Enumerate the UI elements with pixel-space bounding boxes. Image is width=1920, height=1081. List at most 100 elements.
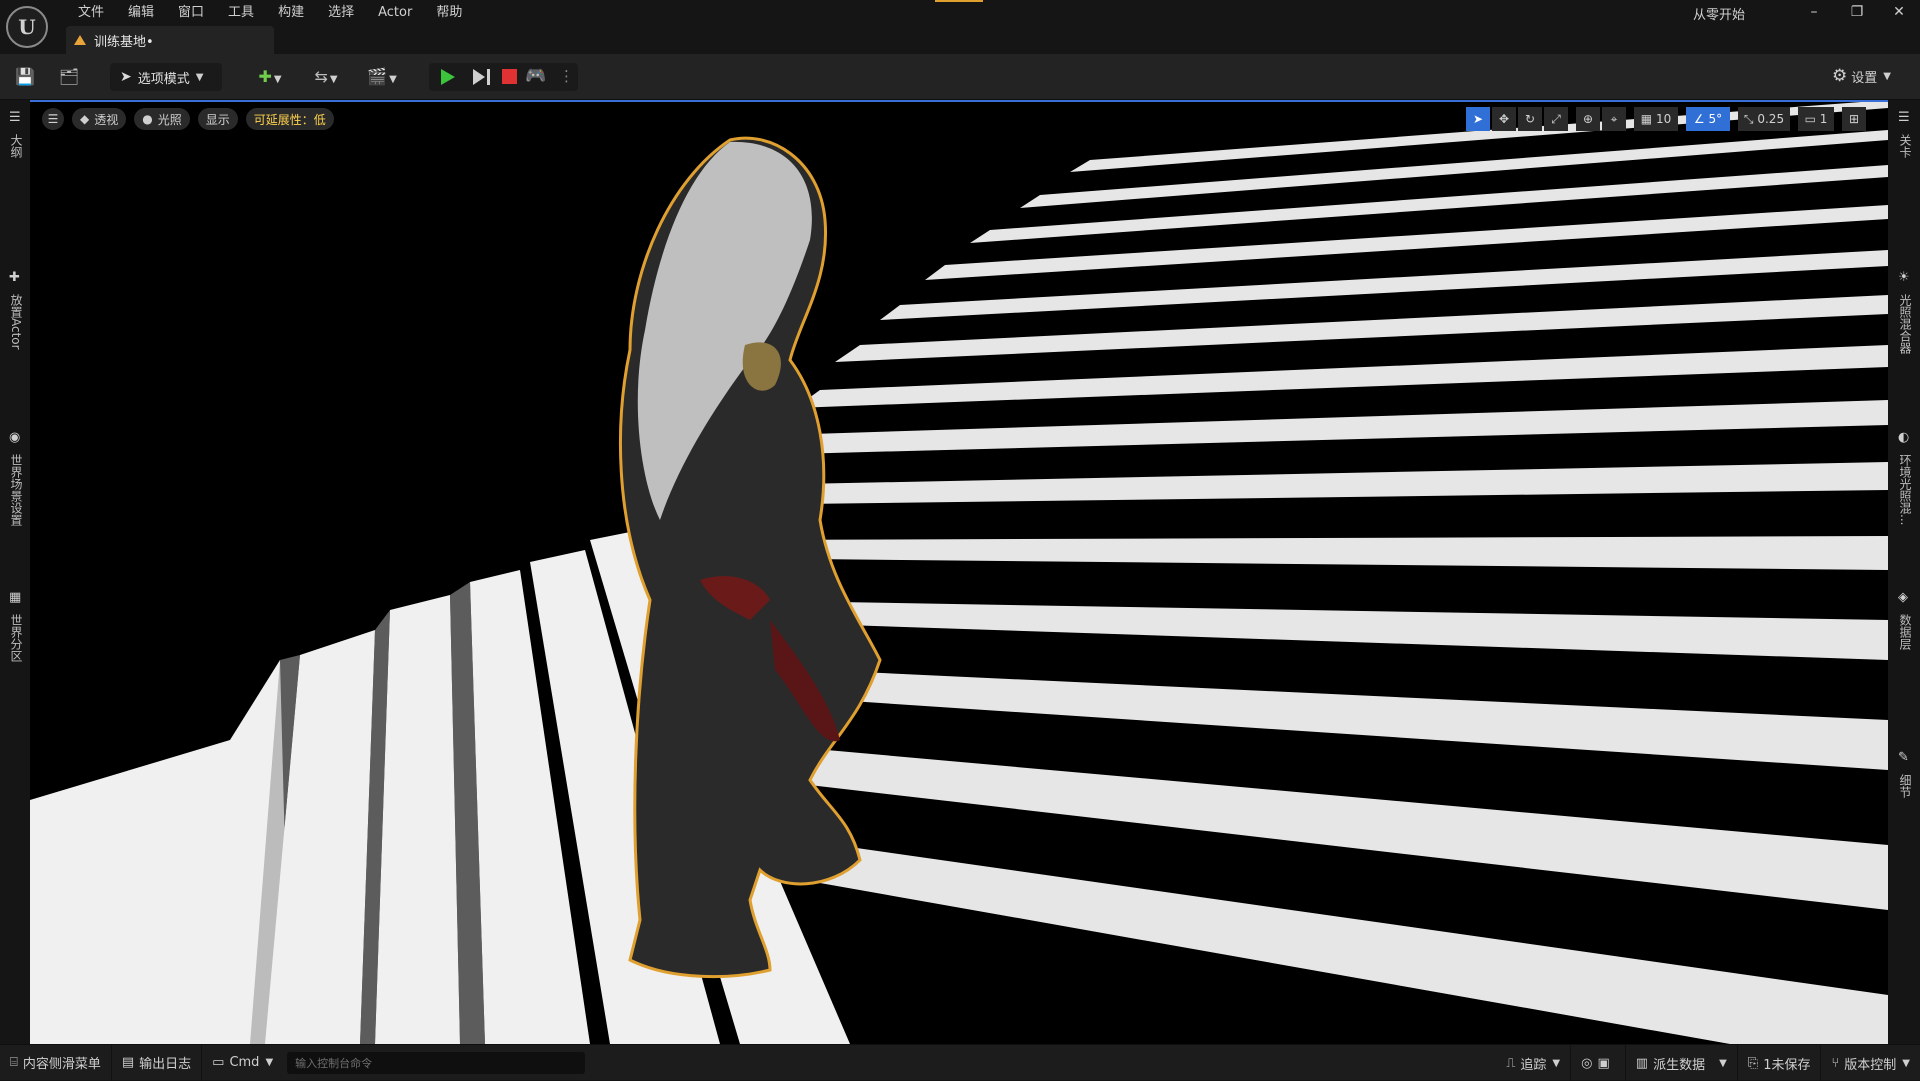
source-control-label: 版本控制 — [1844, 1057, 1897, 1073]
chevron-down-icon: ▼ — [1552, 1057, 1561, 1069]
rotation-snap-button[interactable]: ∠ 5° — [1686, 107, 1730, 131]
show-label: 显示 — [205, 112, 230, 127]
tab-env-light-mixer[interactable]: 环境光照混... — [1897, 454, 1914, 525]
place-actors-icon: ✚ — [9, 270, 20, 285]
lighting-mode-button[interactable]: ● 光照 — [134, 108, 190, 130]
tab-place-actors[interactable]: 放置Actor — [8, 294, 25, 350]
viewport-menu-button[interactable]: ☰ — [42, 108, 64, 130]
grid-snap-value: 10 — [1655, 112, 1672, 126]
maximize-viewport-icon[interactable]: ⊞ — [1842, 107, 1866, 131]
cinematics-icon[interactable]: 🎬 ▼ — [362, 66, 402, 88]
tab-world-settings[interactable]: 世界场景设置 — [8, 454, 25, 526]
tab-outliner[interactable]: 大纲 — [8, 134, 25, 158]
close-icon[interactable]: ✕ — [1885, 2, 1913, 22]
right-panel-tabs: ☰ 关卡 ☀ 光照混合器 ◐ 环境光照混... ◈ 数据层 ✎ 细节 — [1888, 100, 1920, 1044]
save-icon[interactable]: 💾 — [14, 66, 36, 88]
minimize-icon[interactable]: – — [1800, 2, 1828, 22]
angle-icon: ∠ — [1693, 112, 1705, 126]
mode-selector-button[interactable]: ➤ 选项模式 ▼ — [110, 63, 222, 91]
level-tab-label: 训练基地• — [94, 34, 154, 50]
blueprint-icon[interactable]: ⇆ ▼ — [306, 66, 346, 88]
save-status-icon: ⎘ — [1747, 1055, 1759, 1071]
source-control-icon: ⑂ — [1831, 1055, 1840, 1071]
perspective-button[interactable]: ◆ 透视 — [72, 108, 127, 130]
stop-icon[interactable] — [502, 69, 517, 84]
content-browser-icon[interactable]: 🗂 — [58, 66, 80, 88]
derived-data-label: 派生数据 — [1653, 1057, 1706, 1073]
tab-data-layers[interactable]: 数据层 — [1897, 614, 1914, 650]
env-light-mixer-icon: ◐ — [1898, 430, 1910, 445]
add-actor-icon[interactable]: ✚ ▼ — [250, 66, 290, 88]
derived-data-icon: ▥ — [1635, 1055, 1649, 1071]
console-input[interactable]: 输入控制台命令 — [287, 1051, 586, 1074]
tab-details[interactable]: 细节 — [1897, 774, 1914, 798]
select-mode-icon: ➤ — [120, 69, 132, 85]
chevron-down-icon: ▼ — [1902, 1057, 1910, 1069]
scale-tool-icon[interactable]: ⤢ — [1544, 107, 1568, 131]
project-name: 从零开始 — [1693, 8, 1746, 23]
record-icon: ◎ — [1581, 1055, 1593, 1071]
grid-snap-button[interactable]: ▦ 10 — [1634, 107, 1678, 131]
tab-light-mixer[interactable]: 光照混合器 — [1897, 294, 1914, 354]
menu-edit[interactable]: 编辑 — [116, 2, 166, 24]
sphere-icon: ● — [142, 112, 153, 126]
translate-tool-icon[interactable]: ✥ — [1492, 107, 1516, 131]
show-button[interactable]: 显示 — [197, 108, 238, 130]
advance-frame-icon[interactable] — [473, 69, 485, 85]
source-control-button[interactable]: ⑂ 版本控制 ▼ — [1821, 1045, 1920, 1081]
world-partition-icon: ▦ — [9, 590, 22, 605]
scale-snap-button[interactable]: ⤡ 0.25 — [1738, 107, 1790, 131]
settings-button[interactable]: ⚙ 设置 ▼ — [1832, 66, 1891, 86]
level-viewport[interactable]: ☰ ◆ 透视 ● 光照 显示 可延展性：低 ➤ ✥ ↻ ⤢ ⊕ ⌖ ▦ 10 ∠ 5… — [30, 100, 1888, 1044]
scalability-warning[interactable]: 可延展性：低 — [245, 108, 334, 130]
select-tool-icon[interactable]: ➤ — [1466, 107, 1490, 131]
menu-select[interactable]: 选择 — [316, 2, 366, 24]
unreal-logo[interactable]: U — [6, 6, 48, 48]
chevron-down-icon: ▼ — [1719, 1057, 1727, 1069]
menu-window[interactable]: 窗口 — [166, 2, 216, 24]
screenshot-icon: ▣ — [1597, 1055, 1610, 1071]
record-icons[interactable]: ◎ ▣ — [1571, 1045, 1626, 1081]
camera-icon: ▭ — [1804, 112, 1816, 126]
trace-icon: ⎍ — [1506, 1055, 1516, 1071]
trace-label: 追踪 — [1520, 1057, 1547, 1073]
menu-file[interactable]: 文件 — [66, 2, 116, 24]
scale-snap-value: 0.25 — [1757, 112, 1785, 126]
tab-levels[interactable]: 关卡 — [1897, 134, 1914, 158]
unsaved-button[interactable]: ⎘ 1未保存 — [1738, 1045, 1822, 1081]
output-log-label: 输出日志 — [139, 1057, 192, 1072]
gear-icon: ⚙ — [1832, 66, 1848, 86]
rotate-tool-icon[interactable]: ↻ — [1518, 107, 1542, 131]
more-options-icon[interactable]: ⋮ — [559, 67, 574, 85]
derived-data-button[interactable]: ▥ 派生数据 ▼ — [1626, 1045, 1738, 1081]
possess-gamepad-icon[interactable]: 🎮 — [525, 66, 546, 86]
play-icon[interactable] — [441, 69, 455, 85]
menu-actor[interactable]: Actor — [366, 2, 424, 24]
rotation-snap-value: 5° — [1708, 112, 1723, 126]
trace-button[interactable]: ⎍ 追踪 ▼ — [1496, 1045, 1572, 1081]
camera-speed-value: 1 — [1819, 112, 1828, 126]
title-bar: U 文件 编辑 窗口 工具 构建 选择 Actor 帮助 训练基地• 从零开始 … — [0, 0, 1920, 54]
cmd-selector[interactable]: ▭ Cmd ▼ — [202, 1045, 283, 1081]
restore-icon[interactable]: ❐ — [1843, 2, 1871, 22]
menu-tools[interactable]: 工具 — [216, 2, 266, 24]
grid-icon: ▦ — [1640, 112, 1653, 126]
viewport-options-bar: ☰ ◆ 透视 ● 光照 显示 可延展性：低 — [42, 108, 342, 130]
lighting-label: 光照 — [157, 112, 182, 127]
content-drawer-button[interactable]: ⌸ 内容侧滑菜单 — [0, 1044, 112, 1081]
advance-frame-bar — [487, 69, 490, 85]
world-space-icon[interactable]: ⊕ — [1576, 107, 1600, 131]
camera-speed-button[interactable]: ▭ 1 — [1798, 107, 1834, 131]
chevron-down-icon: ▼ — [265, 1057, 274, 1068]
status-right-group: ⎍ 追踪 ▼ ◎ ▣ ▥ 派生数据 ▼ ⎘ 1未保存 ⑂ 版本控制 ▼ — [1496, 1045, 1920, 1081]
left-panel-tabs: ☰ 大纲 ✚ 放置Actor ◉ 世界场景设置 ▦ 世界分区 — [0, 100, 30, 1044]
tab-world-partition[interactable]: 世界分区 — [8, 614, 25, 662]
menu-help[interactable]: 帮助 — [424, 2, 474, 24]
level-tab[interactable]: 训练基地• — [66, 26, 274, 54]
output-log-icon: ▤ — [121, 1055, 135, 1070]
levels-icon: ☰ — [1898, 110, 1910, 125]
menu-build[interactable]: 构建 — [266, 2, 316, 24]
output-log-button[interactable]: ▤ 输出日志 — [112, 1044, 203, 1081]
surface-snap-icon[interactable]: ⌖ — [1602, 107, 1626, 131]
status-bar: ⌸ 内容侧滑菜单 ▤ 输出日志 ▭ Cmd ▼ 输入控制台命令 ⎍ 追踪 ▼ ◎ ▣ ▥ 派生数… — [0, 1044, 1920, 1081]
